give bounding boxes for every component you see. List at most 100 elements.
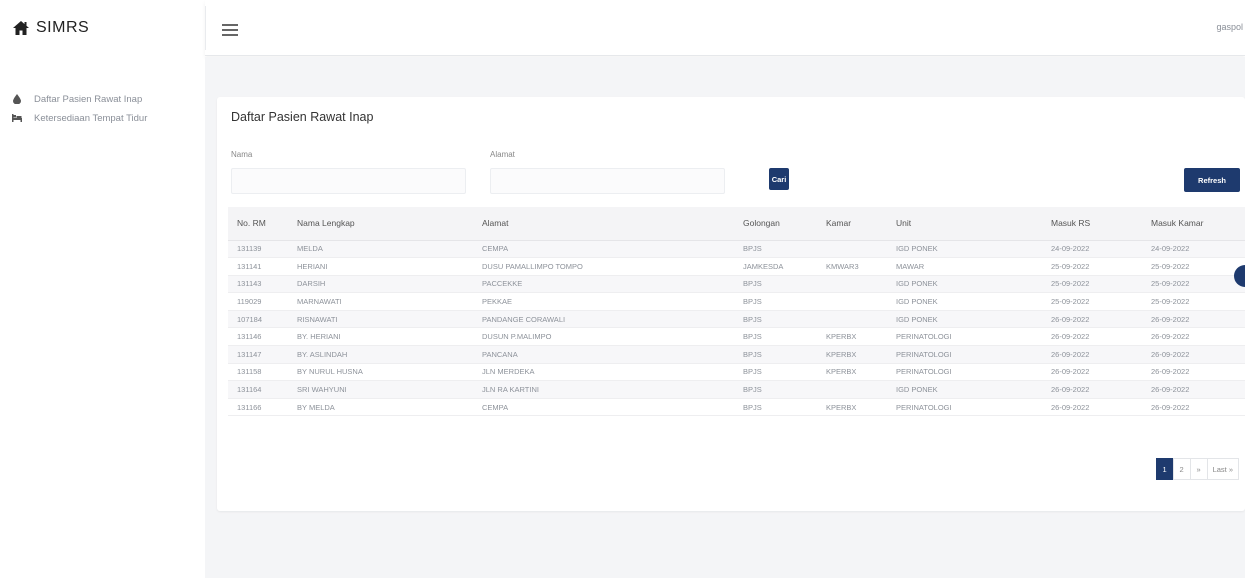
cell-no-rm: 107184 [228,310,288,329]
cell-golongan: BPJS [734,345,817,364]
topbar: gaspol [205,0,1245,56]
cell-masuk-rs: 26-09-2022 [1042,327,1142,347]
cell-unit: PERINATOLOGI [887,345,1042,364]
cell-unit: IGD PONEK [887,240,1042,259]
cari-button[interactable]: Cari [769,168,789,190]
cell-nama: MARNAWATI [288,292,473,311]
nama-input[interactable] [231,168,466,194]
cell-no-rm: 131143 [228,275,288,294]
cell-unit: PERINATOLOGI [887,327,1042,347]
cell-alamat: PANCANA [473,345,734,364]
cell-alamat: PEKKAE [473,292,734,311]
col-masuk-kamar[interactable]: Masuk Kamar [1142,207,1245,241]
col-unit[interactable]: Unit [887,207,1042,241]
patient-list-card: Daftar Pasien Rawat Inap Nama Alamat Car… [217,97,1245,511]
cell-kamar [817,292,887,311]
cell-golongan: BPJS [734,240,817,259]
cell-masuk-kamar: 26-09-2022 [1142,363,1245,382]
sidebar-item-label: Daftar Pasien Rawat Inap [34,93,143,105]
cell-masuk-kamar: 26-09-2022 [1142,398,1245,417]
cell-golongan: JAMKESDA [734,257,817,276]
pagination: 1 2 » Last » [1155,458,1239,480]
cell-no-rm: 131146 [228,327,288,347]
cell-no-rm: 131158 [228,363,288,382]
cell-masuk-rs: 26-09-2022 [1042,380,1142,399]
page-2-button[interactable]: 2 [1172,458,1191,480]
sidebar: SIMRS Daftar Pasien Rawat Inap Ketersedi… [0,0,205,578]
cell-nama: SRI WAHYUNI [288,380,473,399]
cell-kamar: KPERBX [817,363,887,382]
user-name[interactable]: gaspol [1216,22,1243,32]
cell-no-rm: 119029 [228,292,288,311]
cell-kamar: KPERBX [817,398,887,417]
cell-alamat: CEMPA [473,398,734,417]
cell-alamat: DUSU PAMALLIMPO TOMPO [473,257,734,276]
table-row[interactable]: 131143 DARSIH PACCEKKE BPJS IGD PONEK 25… [228,275,1245,294]
sidebar-menu: Daftar Pasien Rawat Inap Ketersediaan Te… [0,90,205,127]
col-kamar[interactable]: Kamar [817,207,887,241]
col-alamat[interactable]: Alamat [473,207,734,241]
cell-masuk-kamar: 25-09-2022 [1142,292,1245,311]
cell-alamat: JLN MERDEKA [473,363,734,382]
menu-toggle-icon[interactable] [222,24,238,36]
table-row[interactable]: 131164 SRI WAHYUNI JLN RA KARTINI BPJS I… [228,380,1245,399]
cell-nama: RISNAWATI [288,310,473,329]
page-1-button[interactable]: 1 [1155,458,1174,480]
col-no-rm[interactable]: No. RM [228,207,288,241]
table-row[interactable]: 131139 MELDA CEMPA BPJS IGD PONEK 24-09-… [228,240,1245,259]
cell-masuk-rs: 26-09-2022 [1042,345,1142,364]
sidebar-item-daftar-pasien[interactable]: Daftar Pasien Rawat Inap [0,90,205,108]
cell-golongan: BPJS [734,310,817,329]
page-last-button[interactable]: Last » [1206,458,1239,480]
alamat-label: Alamat [490,150,515,159]
page-title: Daftar Pasien Rawat Inap [231,110,374,124]
cell-golongan: BPJS [734,292,817,311]
table-row[interactable]: 131146 BY. HERIANI DUSUN P.MALIMPO BPJS … [228,327,1245,347]
col-masuk-rs[interactable]: Masuk RS [1042,207,1142,241]
cell-masuk-rs: 25-09-2022 [1042,292,1142,311]
cell-masuk-rs: 24-09-2022 [1042,240,1142,259]
cell-alamat: PACCEKKE [473,275,734,294]
brand-name: SIMRS [36,19,90,36]
page-next-button[interactable]: » [1189,458,1208,480]
cell-kamar: KPERBX [817,327,887,347]
alamat-input[interactable] [490,168,725,194]
cell-kamar: KPERBX [817,345,887,364]
cell-kamar: KMWAR3 [817,257,887,276]
cell-alamat: PANDANGE CORAWALI [473,310,734,329]
tint-icon [12,94,22,104]
cell-masuk-kamar: 26-09-2022 [1142,345,1245,364]
cell-masuk-kamar: 26-09-2022 [1142,327,1245,347]
table-row[interactable]: 119029 MARNAWATI PEKKAE BPJS IGD PONEK 2… [228,292,1245,311]
col-golongan[interactable]: Golongan [734,207,817,241]
cell-golongan: BPJS [734,363,817,382]
table-header-row: No. RM Nama Lengkap Alamat Golongan Kama… [228,207,1245,241]
cell-masuk-kamar: 25-09-2022 [1142,257,1245,276]
cell-no-rm: 131139 [228,240,288,259]
cell-nama: BY NURUL HUSNA [288,363,473,382]
cell-kamar [817,310,887,329]
table-row[interactable]: 131147 BY. ASLINDAH PANCANA BPJS KPERBX … [228,345,1245,364]
nama-label: Nama [231,150,253,159]
brand[interactable]: SIMRS [0,0,205,56]
sidebar-item-label: Ketersediaan Tempat Tidur [34,112,148,124]
table-row[interactable]: 131141 HERIANI DUSU PAMALLIMPO TOMPO JAM… [228,257,1245,276]
cell-unit: MAWAR [887,257,1042,276]
cell-golongan: BPJS [734,380,817,399]
col-nama-lengkap[interactable]: Nama Lengkap [288,207,473,241]
cell-no-rm: 131141 [228,257,288,276]
main-content: Daftar Pasien Rawat Inap Nama Alamat Car… [205,57,1245,578]
table-row[interactable]: 131158 BY NURUL HUSNA JLN MERDEKA BPJS K… [228,363,1245,382]
cell-unit: IGD PONEK [887,292,1042,311]
cell-nama: DARSIH [288,275,473,294]
cell-masuk-rs: 26-09-2022 [1042,363,1142,382]
cell-unit: IGD PONEK [887,275,1042,294]
cell-golongan: BPJS [734,275,817,294]
table-row[interactable]: 131166 BY MELDA CEMPA BPJS KPERBX PERINA… [228,398,1245,417]
refresh-button[interactable]: Refresh [1184,168,1240,192]
cell-masuk-kamar: 26-09-2022 [1142,380,1245,399]
table-row[interactable]: 107184 RISNAWATI PANDANGE CORAWALI BPJS … [228,310,1245,329]
cell-unit: PERINATOLOGI [887,363,1042,382]
sidebar-item-ketersediaan[interactable]: Ketersediaan Tempat Tidur [0,109,205,127]
cell-nama: BY. HERIANI [288,327,473,347]
